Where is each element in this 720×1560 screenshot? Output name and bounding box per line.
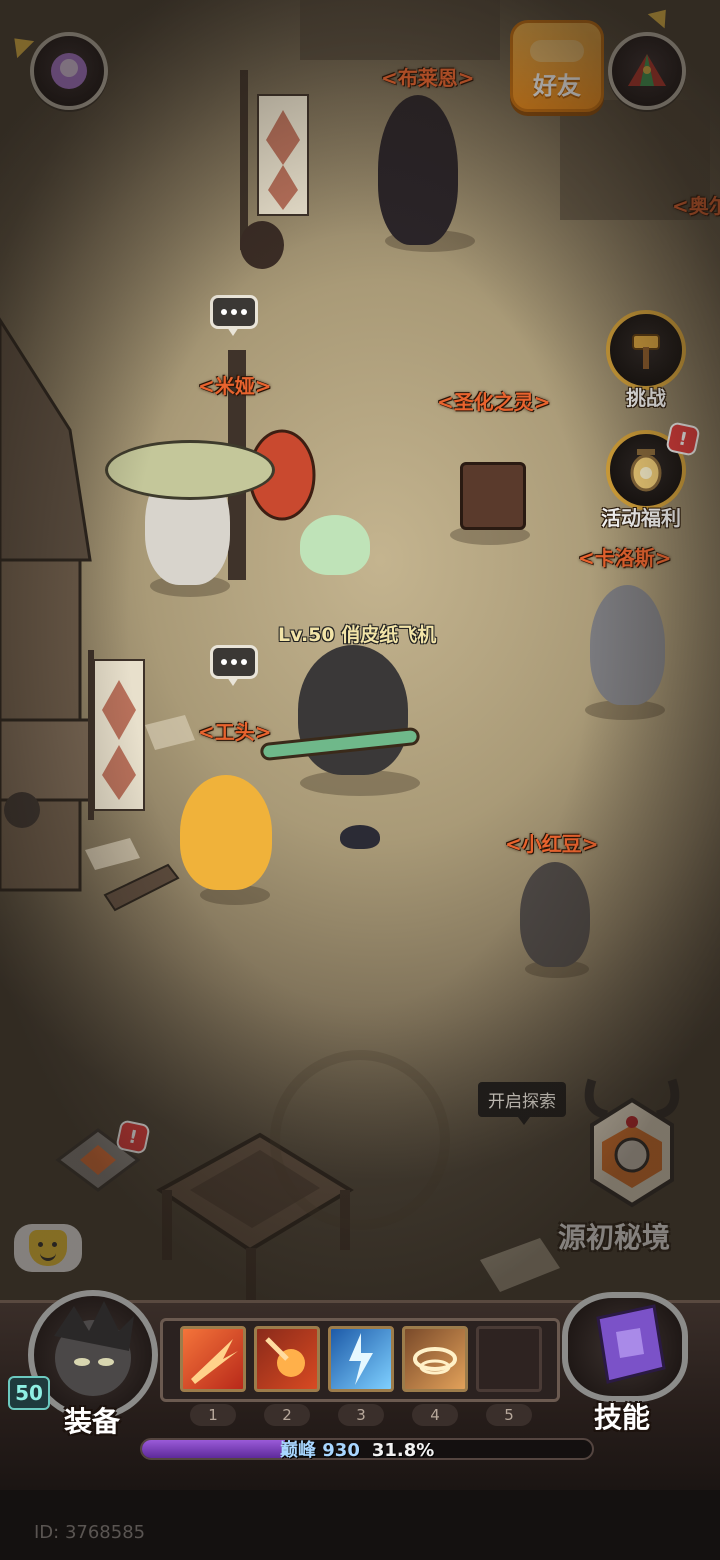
skills-label[interactable]: 技能 — [594, 1396, 650, 1436]
flame-strike-icon — [265, 1337, 305, 1377]
skill-slot-number: 5 — [486, 1404, 532, 1426]
speech-bubble-icon[interactable] — [210, 645, 258, 686]
skill-slot-4[interactable] — [402, 1326, 468, 1392]
peak-level-text: 巅峰 930 — [280, 1440, 360, 1461]
npc-label-gongtou: <工头> — [198, 720, 272, 744]
user-id: ID: 3768585 — [34, 1522, 146, 1543]
hammer-icon — [632, 334, 660, 369]
npc-label-shenghua: <圣化之灵> — [437, 390, 551, 414]
game-scene[interactable]: <布莱恩> <奥尔 <米娅> <圣化之灵> <卡洛斯> <工头> <小红豆> L… — [0, 0, 720, 1300]
npc-label-xiaohongdou: <小红豆> — [505, 832, 599, 856]
crow — [340, 825, 380, 849]
lantern-icon — [630, 449, 662, 492]
equip-label[interactable]: 装备 — [64, 1400, 120, 1440]
xp-progress-fill — [142, 1440, 286, 1458]
camp-button[interactable] — [608, 32, 686, 110]
challenge-label: 挑战 — [626, 386, 666, 410]
emoji-chat-button[interactable] — [14, 1224, 82, 1272]
skill-slot-number: 4 — [412, 1404, 458, 1426]
explore-tooltip: 开启探索 — [478, 1082, 566, 1125]
hero-portrait-icon — [54, 1301, 134, 1396]
npc-label-bulaien: <布莱恩> — [381, 66, 475, 90]
dungeon-label[interactable]: 源初秘境 — [558, 1216, 670, 1256]
cloud-icon — [530, 40, 584, 62]
npc-label-ao: <奥尔 — [672, 194, 720, 218]
npc-kaluosi[interactable] — [590, 585, 665, 705]
spirit-companion — [300, 515, 370, 575]
tent-icon — [628, 54, 666, 86]
skill-slot-3[interactable] — [328, 1326, 394, 1392]
portal-button[interactable] — [30, 32, 108, 110]
friends-button[interactable]: 好友 — [510, 20, 604, 112]
skill-slot-5-empty[interactable] — [476, 1326, 542, 1392]
smiley-cat-icon — [29, 1230, 67, 1266]
whirlwind-icon — [413, 1347, 457, 1375]
fire-slash-icon — [191, 1339, 238, 1384]
friends-label: 好友 — [533, 72, 581, 100]
npc-label-kaluosi: <卡洛斯> — [578, 546, 672, 570]
spellbook-icon — [596, 1304, 666, 1384]
skull-dungeon-icon[interactable] — [572, 1070, 692, 1210]
miya-hat — [105, 440, 275, 500]
npc-shenghua[interactable] — [460, 462, 526, 530]
skill-slot-number: 2 — [264, 1404, 310, 1426]
speech-bubble-icon[interactable] — [210, 295, 258, 336]
xp-percent-text: 31.8% — [371, 1440, 435, 1461]
skill-slot-1[interactable] — [180, 1326, 246, 1392]
challenge-button[interactable]: 挑战 — [606, 310, 686, 411]
portal-orb-icon — [51, 53, 87, 89]
npc-label-miya: <米娅> — [198, 374, 272, 398]
skill-slot-number: 1 — [190, 1404, 236, 1426]
xp-readout: 巅峰 930 31.8% — [280, 1436, 434, 1462]
lightning-icon — [349, 1333, 373, 1385]
npc-gongtou[interactable] — [180, 775, 272, 890]
npc-bulaien[interactable] — [378, 95, 458, 245]
skill-slot-2[interactable] — [254, 1326, 320, 1392]
skill-slot-number: 3 — [338, 1404, 384, 1426]
player-level-badge: 50 — [8, 1376, 50, 1410]
npc-xiaohongdou[interactable] — [520, 862, 590, 967]
player-name-tag: Lv.50 俏皮纸飞机 — [278, 624, 437, 646]
event-benefits-label: 活动福利 — [601, 506, 681, 530]
skills-book-button[interactable] — [562, 1292, 688, 1402]
